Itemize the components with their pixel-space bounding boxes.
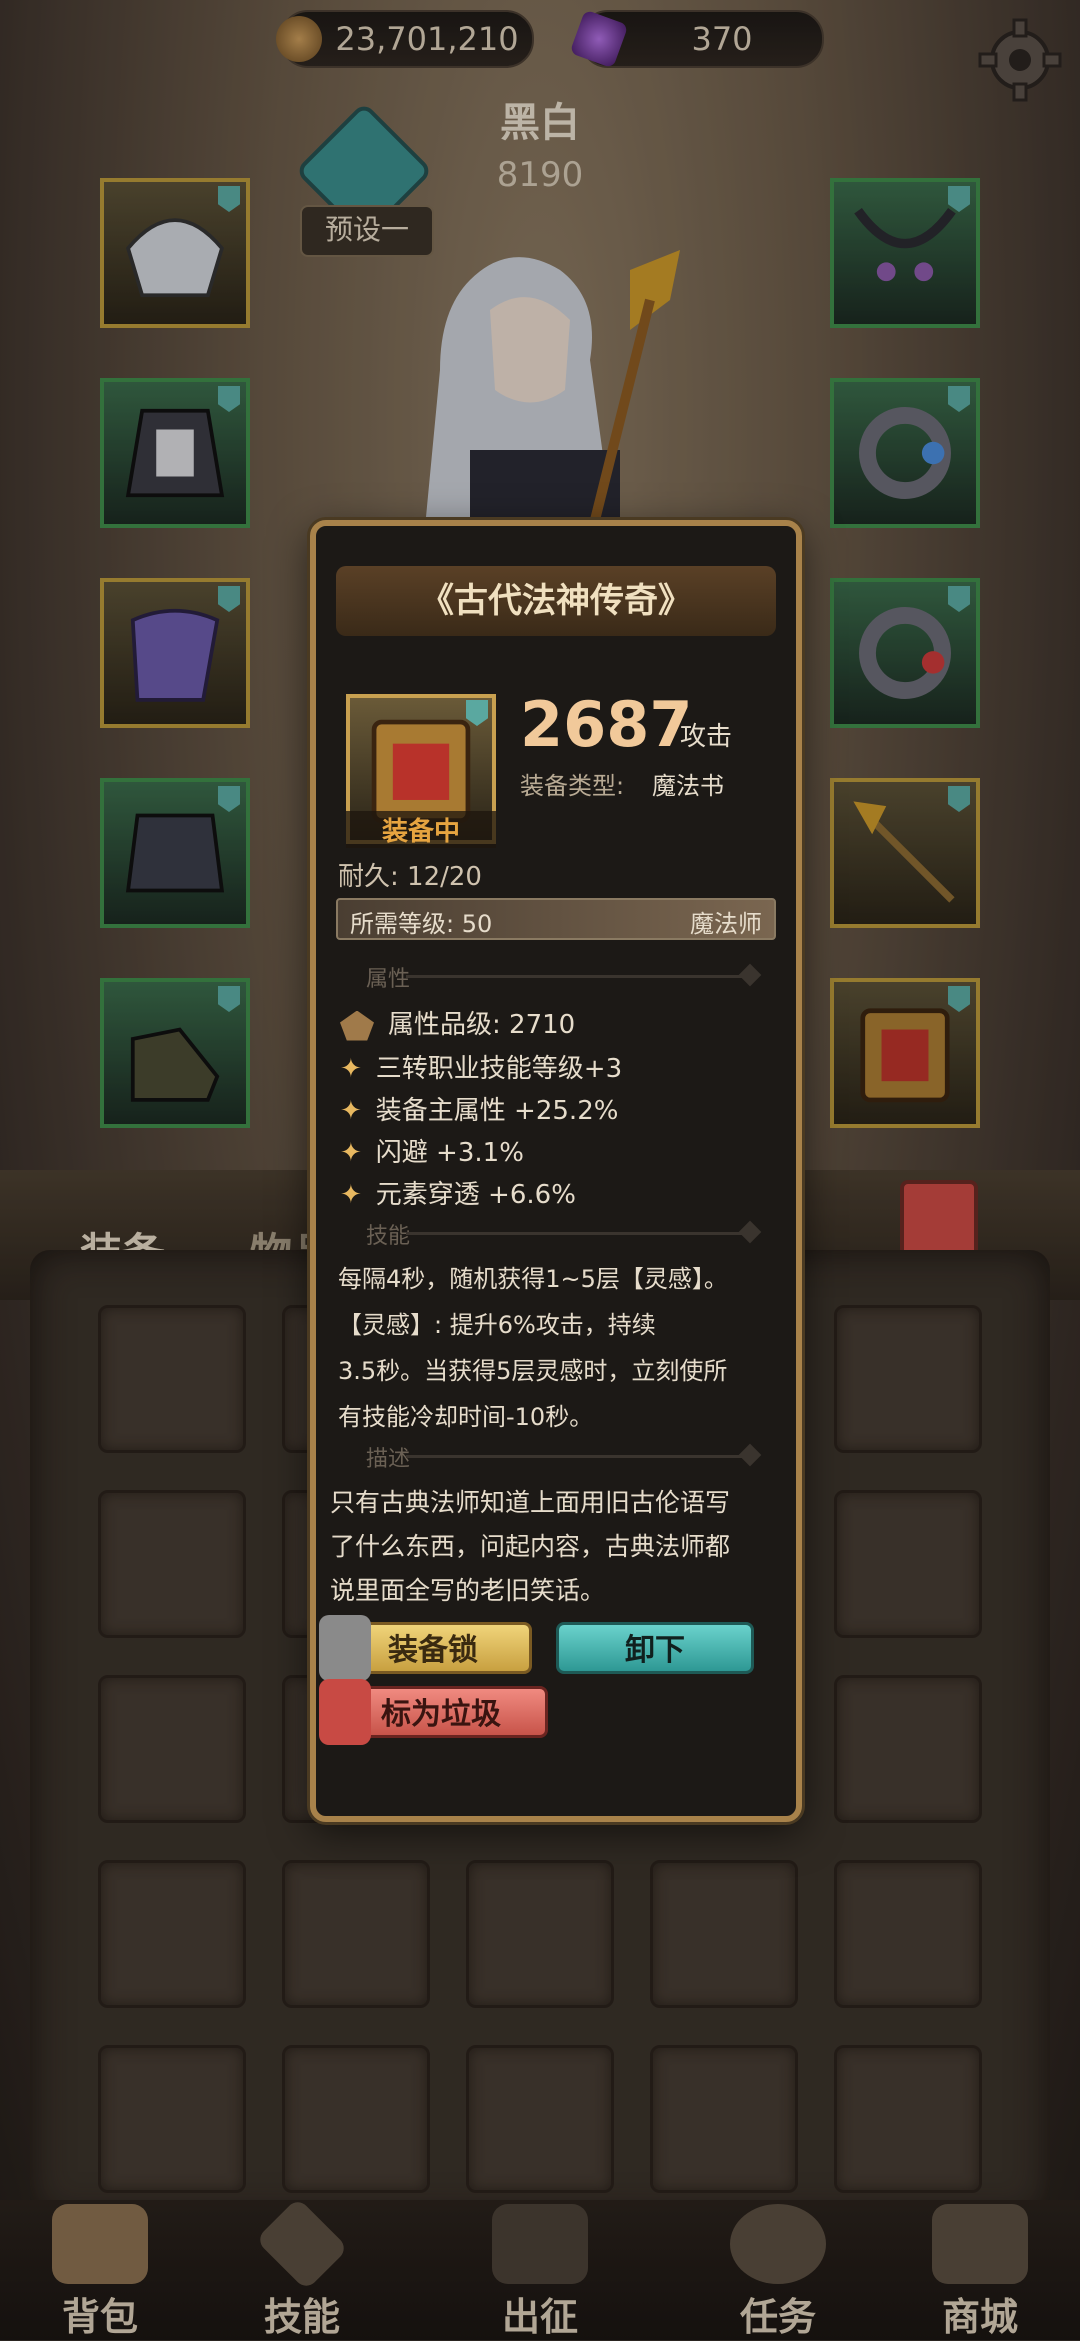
trash-icon bbox=[319, 1679, 371, 1745]
item-lore: 只有古典法师知道上面用旧古伦语写 了什么东西，问起内容，古典法师都 说里面全写的… bbox=[330, 1481, 780, 1613]
section-header-attr: 属性 bbox=[336, 961, 776, 992]
attr-line: ✦ 元素穿透 +6.6% bbox=[340, 1174, 576, 1211]
unequip-button[interactable]: 卸下 bbox=[556, 1622, 754, 1674]
skill-line: 每隔4秒，随机获得1~5层【灵感】。 bbox=[338, 1265, 728, 1293]
button-label: 标为垃圾 bbox=[381, 1697, 501, 1732]
star-icon: ✦ bbox=[340, 1054, 362, 1084]
attr-line: ✦ 闪避 +3.1% bbox=[340, 1132, 524, 1169]
section-header-desc: 描述 bbox=[336, 1441, 776, 1472]
button-label: 装备锁 bbox=[388, 1633, 478, 1668]
star-icon: ✦ bbox=[340, 1096, 362, 1126]
attack-unit: 攻击 bbox=[680, 722, 733, 752]
requirement-bar: 所需等级: 50 魔法师 bbox=[336, 898, 776, 940]
attr-text: 闪避 +3.1% bbox=[375, 1138, 524, 1168]
mark-junk-button[interactable]: 标为垃圾 bbox=[319, 1679, 548, 1745]
section-title: 技能 bbox=[366, 1224, 411, 1249]
attr-text: 元素穿透 +6.6% bbox=[375, 1180, 576, 1210]
grade-icon bbox=[340, 1010, 374, 1041]
equip-type-value: 魔法书 bbox=[652, 772, 724, 800]
required-class: 魔法师 bbox=[690, 910, 762, 938]
lock-icon bbox=[319, 1615, 371, 1681]
item-title: 《古代法神传奇》 bbox=[336, 566, 776, 636]
attribute-grade: 属性品级: 2710 bbox=[340, 1004, 575, 1041]
required-level: 所需等级: 50 bbox=[350, 910, 493, 938]
equip-type-label: 装备类型: bbox=[520, 772, 625, 800]
attr-line: ✦ 装备主属性 +25.2% bbox=[340, 1090, 618, 1127]
attr-text: 三转职业技能等级+3 bbox=[375, 1054, 623, 1084]
skill-line: 3.5秒。当获得5层灵感时，立刻使所 bbox=[338, 1357, 728, 1385]
item-detail-modal: 《古代法神传奇》 装备中 2687 攻击 装备类型: 魔法书 耐久: 12/20… bbox=[310, 520, 802, 1822]
section-header-skill: 技能 bbox=[336, 1218, 776, 1249]
star-icon: ✦ bbox=[340, 1180, 362, 1210]
lore-line: 了什么东西，问起内容，古典法师都 bbox=[330, 1532, 731, 1561]
durability: 耐久: 12/20 bbox=[338, 862, 482, 892]
attr-line: ✦ 三转职业技能等级+3 bbox=[340, 1048, 622, 1085]
skill-line: 有技能冷却时间-10秒。 bbox=[338, 1403, 594, 1431]
skill-line: 【灵感】: 提升6%攻击，持续 bbox=[338, 1311, 656, 1339]
grade-text: 属性品级: 2710 bbox=[388, 1010, 576, 1040]
skill-description: 每隔4秒，随机获得1~5层【灵感】。 【灵感】: 提升6%攻击，持续 3.5秒。… bbox=[338, 1256, 778, 1440]
lore-line: 说里面全写的老旧笑话。 bbox=[330, 1576, 606, 1605]
equipped-badge: 装备中 bbox=[346, 811, 496, 848]
attr-text: 装备主属性 +25.2% bbox=[375, 1096, 619, 1126]
attack-value: 2687 bbox=[520, 688, 693, 761]
lore-line: 只有古典法师知道上面用旧古伦语写 bbox=[330, 1488, 731, 1517]
section-title: 描述 bbox=[366, 1447, 411, 1472]
star-icon: ✦ bbox=[340, 1138, 362, 1168]
equip-lock-button[interactable]: 装备锁 bbox=[319, 1615, 532, 1681]
section-title: 属性 bbox=[366, 967, 411, 992]
